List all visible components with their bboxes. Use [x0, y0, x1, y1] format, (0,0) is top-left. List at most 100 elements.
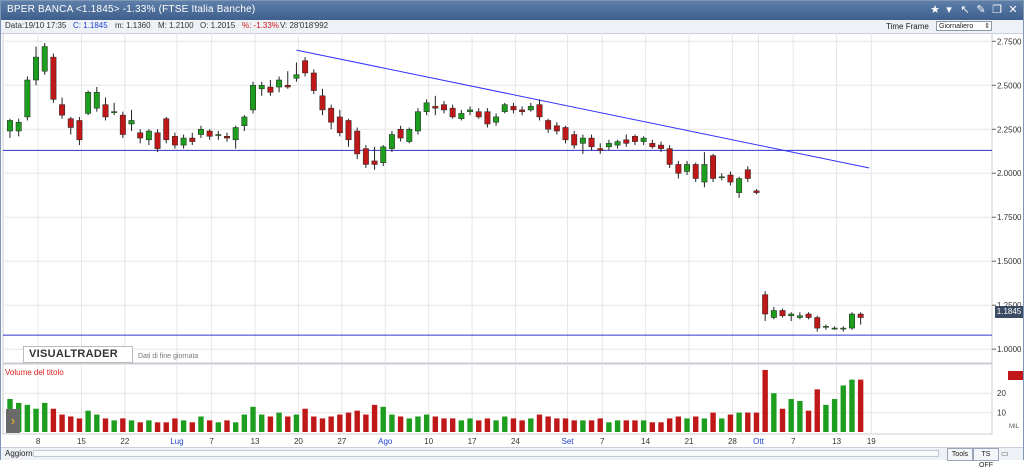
volume-bar [831, 399, 838, 432]
volume-bar [85, 410, 91, 432]
candle-body [736, 178, 743, 193]
info-max: M: 1.2100 [158, 21, 194, 30]
candle-body [831, 327, 838, 330]
volume-bar [328, 416, 334, 432]
candle-body [545, 120, 552, 130]
volume-bar [415, 416, 421, 432]
price-tick-label: 1.5000 [997, 257, 1022, 266]
current-volume-badge [1008, 371, 1023, 380]
date-tick-label: 15 [77, 437, 86, 446]
current-price-badge: 1.1845 [995, 306, 1023, 318]
candle-body [701, 164, 708, 183]
volume-bar [432, 416, 439, 432]
candle-body [328, 107, 335, 123]
timeframe-label: Time Frame [886, 22, 929, 31]
pin-icon[interactable]: ↖ [957, 2, 973, 18]
candle-body [588, 137, 595, 148]
volume-bar [640, 420, 647, 432]
volume-bar [449, 418, 456, 432]
volume-bar [423, 414, 430, 432]
volume-bar [94, 414, 100, 432]
volume-bar [259, 414, 265, 432]
volume-bar [154, 422, 161, 432]
scroll-left-arrow-icon[interactable]: › [6, 409, 20, 433]
volume-bar [675, 416, 682, 432]
timeframe-select[interactable]: Giornaliero ⇕ [936, 21, 992, 31]
candle-body [128, 120, 135, 125]
date-tick-label: Ago [378, 437, 393, 446]
volume-bar [371, 404, 378, 432]
close-icon[interactable]: ✕ [1005, 2, 1021, 18]
candle-body [258, 85, 265, 90]
restore-icon[interactable]: ❐ [989, 2, 1005, 18]
candle-body [475, 111, 482, 118]
volume-bar [111, 420, 117, 432]
volume-bar [458, 420, 465, 432]
info-min: m: 1.1360 [115, 21, 151, 30]
candle-body [397, 129, 404, 139]
date-tick-label: 14 [641, 437, 650, 446]
info-volume: V: 28'018'992 [280, 21, 329, 30]
volume-bar [206, 420, 213, 432]
volume-bar [745, 412, 751, 432]
ts-off-button[interactable]: TS OFF [973, 448, 999, 469]
candle-body [7, 120, 13, 132]
candle-body [137, 132, 144, 139]
date-tick-label: 13 [832, 437, 841, 446]
candle-body [458, 113, 465, 119]
candle-body [684, 164, 690, 172]
volume-bar [406, 418, 412, 432]
volume-bar [840, 385, 846, 432]
price-tick-label: 2.5000 [997, 81, 1022, 90]
info-close: C: 1.1845 [73, 21, 108, 30]
volume-bar [172, 418, 178, 432]
candle-body [640, 137, 647, 142]
candle-body [579, 137, 586, 144]
volume-bar [502, 416, 508, 432]
date-tick-label: 22 [120, 437, 129, 446]
candle-body [840, 327, 847, 330]
volume-bar [536, 414, 543, 432]
candle-body [310, 72, 317, 91]
volume-bar [293, 414, 300, 432]
candle-body [345, 120, 352, 141]
info-icon[interactable]: ▭ [1001, 449, 1009, 458]
candle-body [67, 118, 74, 128]
candle-body [119, 114, 126, 135]
candle-body [770, 310, 777, 318]
logo-text: VISUALTRADER [29, 348, 118, 360]
candle-body [380, 146, 387, 163]
candle-body [692, 164, 699, 179]
candle-body [814, 317, 821, 329]
candle-body [85, 92, 92, 114]
date-tick-label: 28 [728, 437, 737, 446]
candle-body [362, 148, 369, 165]
volume-bar [128, 420, 135, 432]
title-bar: BPER BANCA <1.1845> -1.33% (FTSE Italia … [1, 1, 1023, 20]
price-tick-label: 1.7500 [997, 213, 1022, 222]
candle-body [102, 104, 109, 118]
volume-bar [267, 416, 274, 432]
candle-body [623, 139, 630, 144]
candle-body [553, 125, 560, 132]
volume-bar [24, 404, 31, 432]
volume-bar [50, 408, 57, 432]
volume-bar [597, 418, 603, 432]
volume-tick-label: 10 [997, 409, 1006, 418]
dropdown-icon[interactable]: ▾ [941, 2, 957, 18]
price-tick-label: 2.0000 [997, 169, 1022, 178]
volume-bar [528, 418, 534, 432]
price-volume-chart[interactable]: 2.75002.50002.25002.00001.75001.50001.25… [1, 33, 1023, 447]
tool-icon[interactable]: ✎ [973, 2, 989, 18]
candle-body [215, 134, 222, 136]
chart-window: BPER BANCA <1.1845> -1.33% (FTSE Italia … [0, 0, 1024, 469]
volume-bar [805, 410, 812, 432]
candle-body [354, 130, 361, 155]
volume-bar [849, 379, 855, 432]
tools-button[interactable]: Tools [947, 448, 973, 461]
candle-body [76, 120, 83, 141]
volume-bar [120, 418, 126, 432]
date-tick-label: 7 [209, 437, 214, 446]
horizontal-scrollbar[interactable] [33, 450, 939, 457]
date-tick-label: 20 [294, 437, 303, 446]
